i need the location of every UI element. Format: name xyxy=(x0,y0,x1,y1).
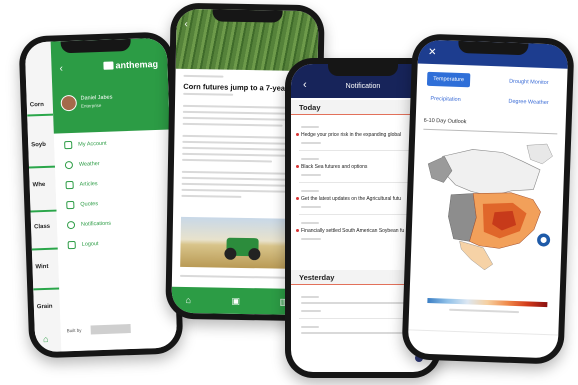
document-icon xyxy=(65,180,74,190)
list-item[interactable]: Grain xyxy=(37,304,53,311)
list-item[interactable]: Soyb xyxy=(31,142,46,149)
list-divider xyxy=(27,113,54,117)
notification-item[interactable]: Hedge your price risk in the expanding g… xyxy=(295,132,401,138)
back-icon[interactable]: ‹ xyxy=(184,19,188,30)
notification-item[interactable]: Black Sea futures and options xyxy=(295,164,367,170)
bottom-divider xyxy=(408,329,559,336)
north-america-map xyxy=(427,143,553,271)
legend-caption xyxy=(449,308,520,313)
cloud-icon xyxy=(64,160,74,170)
side-menu: ‹ anthemag Daniel Jabes Enterprise My Ac… xyxy=(50,37,178,352)
article-icon[interactable]: ▣ xyxy=(231,296,240,307)
menu-item-quotes[interactable]: Quotes xyxy=(66,200,98,210)
article-meta xyxy=(183,74,224,78)
notification-time xyxy=(301,310,321,312)
list-divider xyxy=(31,247,58,251)
phone-notch xyxy=(458,40,529,56)
section-today-label: Today xyxy=(299,103,321,112)
notification-date xyxy=(301,222,319,224)
chart-icon xyxy=(66,200,75,210)
phone-menu: Corn Soyb Whe Class Wint Grain ‹ anthema… xyxy=(18,31,184,359)
close-icon[interactable]: ✕ xyxy=(428,47,437,58)
temperature-legend xyxy=(427,297,548,308)
body-text xyxy=(181,194,242,198)
list-item[interactable]: Whe xyxy=(33,182,46,188)
home-icon[interactable]: ⌂ xyxy=(43,334,49,344)
caption-text xyxy=(179,274,301,279)
phone-notch xyxy=(328,64,398,76)
footer-built-by: Built by xyxy=(66,327,82,334)
list-divider xyxy=(28,165,56,169)
map-screen: ✕ Temperature Drought Monitor Precipitat… xyxy=(407,39,569,359)
user-name: Daniel Jabes xyxy=(80,94,113,102)
outlook-dropdown[interactable]: 6-10 Day Outlook xyxy=(423,117,558,135)
menu-item-notifications[interactable]: Notifications xyxy=(66,220,111,230)
tab-temperature[interactable]: Temperature xyxy=(426,71,471,88)
tab-degree-weather[interactable]: Degree Weather xyxy=(508,99,548,106)
list-item[interactable]: Corn xyxy=(30,102,44,108)
phone-weather-map: ✕ Temperature Drought Monitor Precipitat… xyxy=(401,33,575,365)
avatar[interactable] xyxy=(60,94,78,112)
tractor-wheel xyxy=(224,247,237,260)
menu-item-articles[interactable]: Articles xyxy=(65,180,98,190)
body-text xyxy=(181,188,292,193)
list-item[interactable]: Class xyxy=(34,224,50,231)
user-icon xyxy=(64,140,73,150)
menu-item-weather[interactable]: Weather xyxy=(64,160,100,170)
list-divider xyxy=(30,209,57,213)
bell-icon xyxy=(66,220,76,230)
logout-icon xyxy=(67,240,76,250)
notification-date xyxy=(301,296,319,298)
user-role: Enterprise xyxy=(80,102,102,109)
menu-item-logout[interactable]: Logout xyxy=(67,240,99,250)
notification-date xyxy=(301,326,319,328)
notification-date xyxy=(301,190,319,192)
list-divider xyxy=(33,287,60,291)
back-icon[interactable]: ‹ xyxy=(59,63,63,74)
notification-date xyxy=(301,158,319,160)
list-item[interactable]: Wint xyxy=(35,264,48,270)
temperature-outlook-map xyxy=(417,135,564,291)
section-yesterday-label: Yesterday xyxy=(299,273,335,282)
brand-name: anthemag xyxy=(115,58,159,71)
tab-drought-monitor[interactable]: Drought Monitor xyxy=(509,79,549,86)
body-text xyxy=(182,158,273,162)
tractor-wheel xyxy=(248,248,261,261)
menu-screen: Corn Soyb Whe Class Wint Grain ‹ anthema… xyxy=(24,37,178,353)
notification-time xyxy=(301,238,321,240)
body-text xyxy=(182,122,283,127)
menu-item-my-account[interactable]: My Account xyxy=(64,140,107,150)
phone-notch xyxy=(212,9,283,23)
notification-date xyxy=(301,126,319,128)
notification-time xyxy=(301,174,321,176)
notification-item[interactable]: Financially settled South American Soybe… xyxy=(295,228,404,234)
brand-logo-icon xyxy=(103,61,114,70)
partner-logo xyxy=(90,324,131,335)
notification-time xyxy=(301,142,321,144)
phone-notch xyxy=(60,38,131,54)
home-icon[interactable]: ⌂ xyxy=(185,295,191,305)
article-byline xyxy=(183,92,234,96)
notification-item[interactable]: Get the latest updates on the Agricultur… xyxy=(295,196,401,202)
notification-time xyxy=(301,206,321,208)
tab-precipitation[interactable]: Precipitation xyxy=(430,96,460,103)
